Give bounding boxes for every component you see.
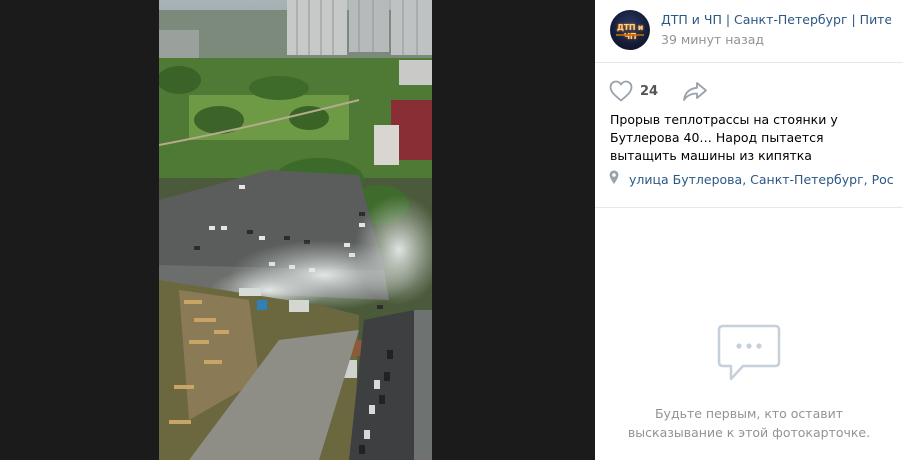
comments-empty-state: Будьте первым, кто оставит высказывание … <box>595 208 903 460</box>
heart-icon <box>609 80 633 102</box>
post-time[interactable]: 39 минут назад <box>661 32 764 47</box>
like-count: 24 <box>640 83 659 99</box>
like-button[interactable]: 24 <box>609 80 658 102</box>
author-link[interactable]: ДТП и ЧП | Санкт-Петербург | Пите… <box>661 12 891 27</box>
empty-comments-text: Будьте первым, кто оставит высказывание … <box>627 406 871 440</box>
avatar-logo-text: ДТП и ЧП <box>616 23 644 41</box>
avatar-decoration <box>616 34 644 36</box>
aerial-photo-illustration <box>159 0 432 460</box>
post-photo[interactable] <box>159 0 432 460</box>
share-button[interactable] <box>682 80 708 106</box>
header-divider <box>595 62 903 63</box>
photo-viewer <box>0 0 595 460</box>
post-sidebar: ДТП и ЧП ДТП и ЧП | Санкт-Петербург | Пи… <box>595 0 903 460</box>
map-pin-icon <box>609 170 619 189</box>
share-arrow-icon <box>682 82 708 106</box>
post-caption: Прорыв теплотрассы на стоянки у Бутлеров… <box>610 112 838 163</box>
location-link[interactable]: улица Бутлерова, Санкт-Петербург, Рос… <box>609 170 894 188</box>
chat-bubble-icon <box>717 324 781 388</box>
avatar[interactable]: ДТП и ЧП <box>610 10 650 50</box>
location-text: улица Бутлерова, Санкт-Петербург, Рос… <box>629 171 894 187</box>
post-header: ДТП и ЧП ДТП и ЧП | Санкт-Петербург | Пи… <box>595 0 903 62</box>
